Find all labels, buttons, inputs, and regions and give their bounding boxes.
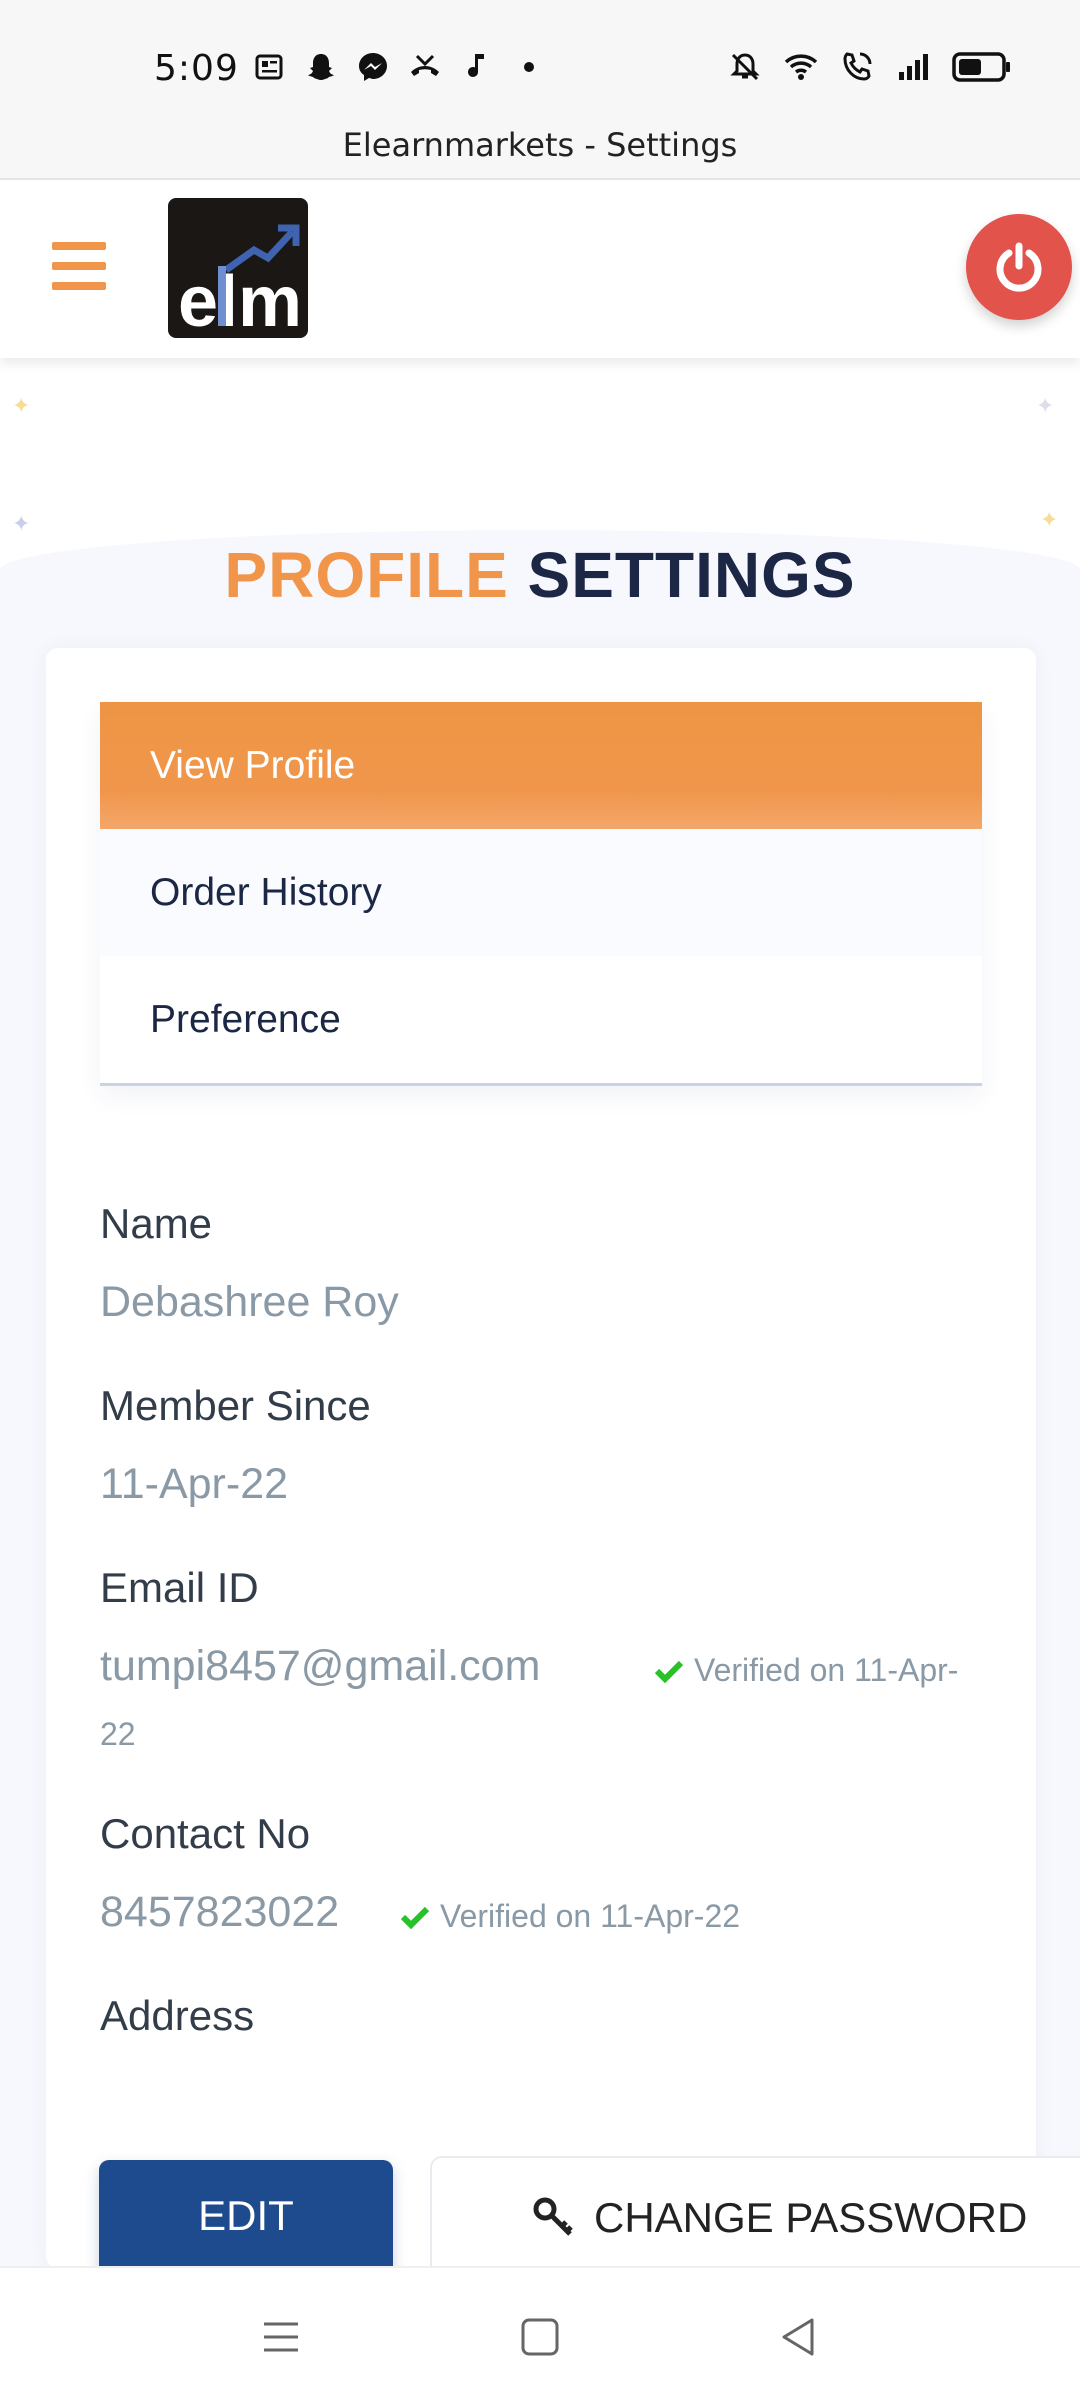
elm-logo[interactable]: elm — [168, 198, 308, 338]
system-nav-bar — [0, 2266, 1080, 2400]
check-icon — [654, 1660, 684, 1683]
app-title: Elearnmarkets - Settings — [342, 126, 738, 164]
status-bar: 5:09 Elearnmarkets - Settings — [0, 0, 1080, 180]
member-since-label: Member Since — [100, 1382, 371, 1429]
menu-item-view-profile[interactable]: View Profile — [100, 702, 982, 829]
key-icon — [533, 2197, 573, 2236]
contact-verified: Verified on 11-Apr-22 — [400, 1898, 740, 1935]
check-icon — [400, 1906, 430, 1929]
power-icon — [996, 242, 1042, 292]
system-icons — [728, 50, 1012, 84]
menu-item-preference[interactable]: Preference — [100, 956, 982, 1083]
background-top — [0, 358, 1080, 558]
dot-icon — [524, 62, 534, 72]
change-password-button[interactable]: CHANGE PASSWORD — [430, 2156, 1080, 2280]
email-verified: Verified on 11-Apr- — [654, 1652, 958, 1689]
email-label: Email ID — [100, 1564, 259, 1611]
hamburger-icon[interactable] — [52, 242, 106, 290]
news-icon — [255, 54, 283, 80]
status-time: 5:09 — [154, 48, 239, 89]
signal-icon — [899, 54, 928, 80]
recents-icon[interactable] — [256, 2312, 306, 2362]
page-title-part2: SETTINGS — [527, 539, 856, 611]
email-verified-text: Verified on 11-Apr- — [694, 1652, 959, 1688]
menu-item-order-history[interactable]: Order History — [100, 829, 982, 956]
notification-icons — [252, 50, 546, 84]
logout-button[interactable] — [966, 214, 1072, 320]
wifi-icon — [784, 54, 818, 80]
profile-card: View Profile Order History Preference Na… — [46, 648, 1036, 2268]
edit-button[interactable]: EDIT — [99, 2160, 393, 2280]
music-note-icon — [468, 54, 484, 77]
confetti-decoration: ✦ — [1036, 394, 1055, 419]
name-value: Debashree Roy — [100, 1278, 399, 1326]
confetti-decoration: ✦ — [1040, 508, 1059, 533]
battery-icon — [952, 52, 1010, 82]
confetti-decoration: ✦ — [12, 394, 31, 419]
contact-value: 8457823022 — [100, 1888, 340, 1936]
member-since-value: 11-Apr-22 — [100, 1460, 289, 1508]
logo-text: elm — [178, 262, 302, 338]
page-title: PROFILE SETTINGS — [0, 538, 1080, 612]
missed-call-icon — [411, 54, 439, 76]
change-password-label: CHANGE PASSWORD — [594, 2194, 1028, 2241]
contact-label: Contact No — [100, 1810, 311, 1857]
confetti-decoration: ✦ — [12, 512, 31, 537]
home-icon[interactable] — [515, 2312, 565, 2362]
email-value: tumpi8457@gmail.com — [100, 1642, 541, 1690]
snapchat-icon — [308, 54, 334, 80]
profile-menu: View Profile Order History Preference — [100, 702, 982, 1086]
address-label: Address — [100, 1992, 255, 2039]
messenger-icon — [359, 53, 387, 81]
page-title-part1: PROFILE — [224, 539, 509, 611]
top-header: elm — [0, 182, 1080, 358]
name-label: Name — [100, 1200, 213, 1247]
wifi-call-icon — [843, 52, 872, 81]
back-icon[interactable] — [774, 2312, 824, 2362]
contact-verified-text: Verified on 11-Apr-22 — [440, 1898, 741, 1934]
email-verified-year: 22 — [100, 1716, 136, 1752]
mute-icon — [730, 53, 760, 81]
